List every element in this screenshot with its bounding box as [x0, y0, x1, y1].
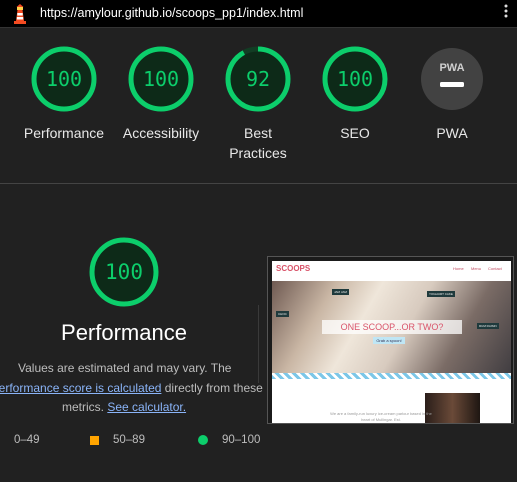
hero-sign: CHOC: [276, 311, 289, 317]
gauge-score: 100: [336, 67, 374, 91]
page-screenshot[interactable]: SCOOPS Home Menu Contact JAM JAM YOGHURT…: [267, 256, 514, 424]
performance-description-line-3: metrics. See calculator.: [62, 397, 186, 417]
url-text[interactable]: https://amylour.github.io/scoops_pp1/ind…: [40, 6, 303, 20]
performance-description-line-1: Values are estimated and may vary. The: [18, 361, 232, 375]
desc-text-2: directly from these: [161, 381, 263, 395]
gauge-accessibility[interactable]: 100: [127, 45, 195, 113]
gauge-label-seo: SEO: [340, 125, 370, 141]
gauge-best-practices[interactable]: 92: [224, 45, 292, 113]
screenshot-hero-button: Grab a spoon!: [373, 337, 405, 344]
filmstrip-divider: [258, 305, 259, 383]
hero-sign: RUM RAISIN: [477, 323, 499, 329]
performance-gauge: 100: [87, 235, 161, 309]
legend-average: 50–89: [90, 434, 145, 446]
circle-pass-icon: [198, 435, 208, 445]
legend-range-pass: 90–100: [222, 434, 261, 446]
gauge-label-accessibility: Accessibility: [122, 125, 200, 141]
address-bar: https://amylour.github.io/scoops_pp1/ind…: [0, 0, 517, 28]
legend-pass: 90–100: [198, 434, 260, 446]
screenshot-hero-image: JAM JAM YOGHURT CAKE RUM RAISIN CHOC ONE…: [272, 281, 511, 377]
gauge-label-best-practices: Best Practices: [229, 125, 287, 161]
performance-score: 100: [105, 260, 143, 284]
more-menu-icon[interactable]: [503, 4, 509, 18]
screenshot-intro-text: We are a family-run luxury ice-cream par…: [330, 411, 432, 422]
screenshot-nav-menu: Menu: [471, 266, 482, 271]
gauge-score: 92: [245, 67, 271, 91]
svg-text:PWA: PWA: [439, 62, 464, 74]
screenshot-nav-home: Home: [453, 266, 464, 271]
lighthouse-icon: [14, 4, 26, 24]
gauge-label-pwa: PWA: [436, 125, 468, 141]
screenshot-page: SCOOPS Home Menu Contact JAM JAM YOGHURT…: [272, 261, 511, 423]
screenshot-hero-title: ONE SCOOP...OR TWO?: [322, 320, 462, 334]
legend-fail: 0–49: [14, 434, 40, 446]
hero-sign: YOGHURT CAKE: [427, 291, 455, 297]
screenshot-stripe: [272, 373, 511, 379]
square-average-icon: [90, 435, 99, 445]
desc-text-3: metrics.: [62, 400, 108, 414]
screenshot-nav-contact: Contact: [488, 266, 502, 271]
screenshot-brand: SCOOPS: [276, 264, 311, 273]
section-divider: [0, 183, 517, 184]
hero-sign: JAM JAM: [332, 289, 349, 295]
score-calculated-link[interactable]: performance score is calculated: [0, 381, 161, 395]
gauge-seo[interactable]: 100: [321, 45, 389, 113]
gauge-pwa[interactable]: PWA: [418, 45, 486, 113]
performance-description-line-2: performance score is calculated directly…: [0, 378, 263, 398]
gauge-score: 100: [142, 67, 180, 91]
gauge-performance[interactable]: 100: [30, 45, 98, 113]
see-calculator-link[interactable]: See calculator.: [107, 400, 186, 414]
gauge-label-performance: Performance: [23, 125, 105, 141]
legend-range-fail: 0–49: [14, 434, 40, 446]
legend-range-average: 50–89: [113, 434, 145, 446]
gauge-score: 100: [45, 67, 83, 91]
performance-title: Performance: [61, 320, 187, 345]
pwa-badge-icon: PWA: [421, 48, 483, 110]
